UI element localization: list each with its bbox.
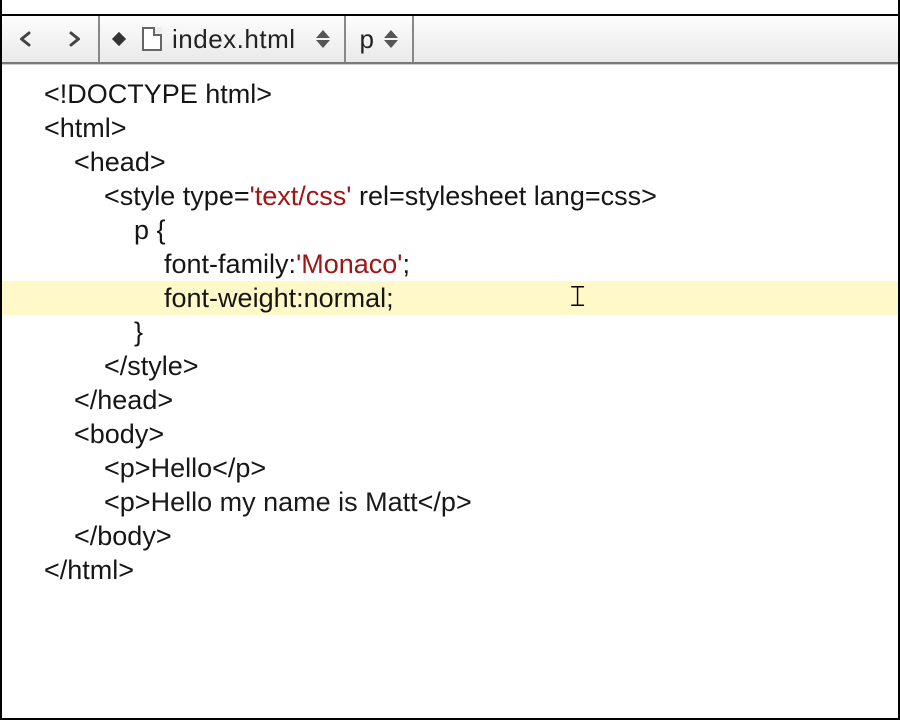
back-button[interactable] <box>2 16 50 62</box>
code-text: </p> <box>212 453 266 483</box>
updown-icon <box>316 30 330 48</box>
code-text: ; <box>402 249 410 279</box>
highlighted-line: font-weight:normal; <box>2 281 898 315</box>
code-text: <html> <box>44 113 127 143</box>
code-text: <p> <box>44 453 151 483</box>
element-dropdown-label: p <box>360 24 375 55</box>
code-text: </style> <box>44 351 199 381</box>
code-text: font-family: <box>44 249 296 279</box>
code-editor[interactable]: <!DOCTYPE html> <html> <head> <style typ… <box>2 64 898 718</box>
file-dropdown-label: index.html <box>172 24 296 55</box>
back-icon <box>17 30 35 48</box>
code-text: <body> <box>44 419 164 449</box>
editor-toolbar: index.html p <box>2 16 898 64</box>
code-text: 'Monaco' <box>296 249 402 279</box>
code-text: </html> <box>44 555 134 585</box>
code-text: Hello my name is Matt <box>151 487 418 517</box>
code-text: rel=stylesheet lang=css <box>351 181 641 211</box>
forward-icon <box>65 30 83 48</box>
history-nav-group <box>2 16 100 62</box>
file-icon <box>142 27 162 51</box>
code-text: </head> <box>44 385 173 415</box>
diamond-icon <box>112 32 126 46</box>
code-text: p { <box>44 215 166 245</box>
code-text: <head> <box>44 147 166 177</box>
updown-icon <box>384 30 398 48</box>
forward-button[interactable] <box>50 16 98 62</box>
code-text: 'text/css' <box>250 181 352 211</box>
code-text: </p> <box>418 487 472 517</box>
code-text: </body> <box>44 521 172 551</box>
code-text: } <box>44 317 143 347</box>
code-text: <!DOCTYPE html> <box>44 79 272 109</box>
element-dropdown[interactable]: p <box>346 16 415 62</box>
code-text: <style <box>44 181 183 211</box>
window-top-strip <box>2 0 898 16</box>
code-text: > <box>641 181 657 211</box>
code-text: font-weight:normal; <box>44 283 394 313</box>
code-text: type= <box>183 181 250 211</box>
file-dropdown[interactable]: index.html <box>100 16 346 62</box>
code-text: <p> <box>44 487 151 517</box>
code-text: Hello <box>151 453 213 483</box>
